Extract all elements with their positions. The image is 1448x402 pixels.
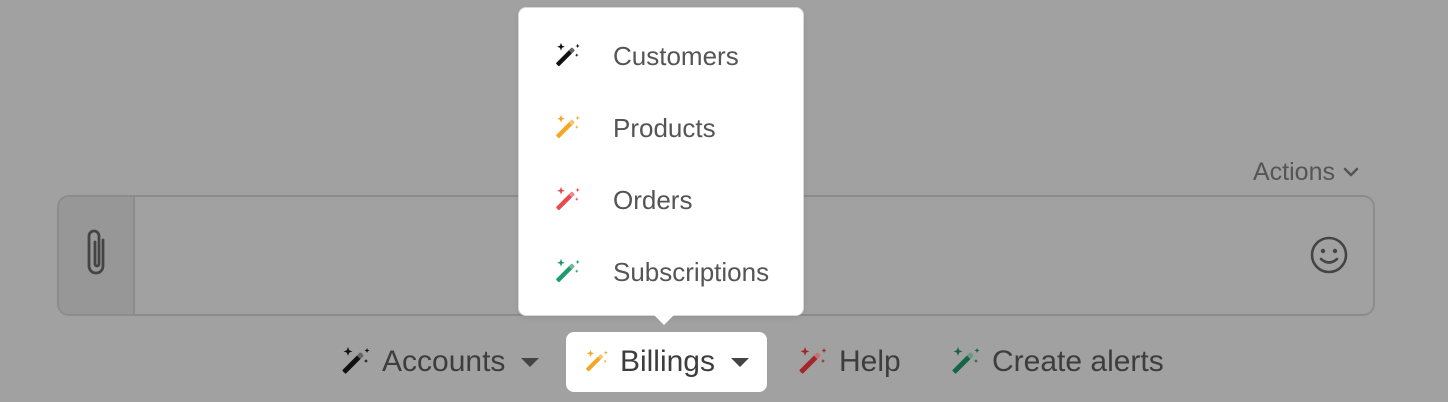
- billings-dropdown-menu: Customers Products Orders Subscriptions: [518, 7, 804, 316]
- toolbar-billings-label: Billings: [619, 345, 715, 378]
- magic-wand-icon: [340, 346, 372, 378]
- chevron-down-icon: [1343, 166, 1359, 178]
- magic-wand-icon: [950, 346, 982, 378]
- smiley-icon: [1310, 236, 1348, 279]
- dropdown-pointer: [652, 313, 676, 325]
- toolbar-create-alerts-label: Create alerts: [992, 345, 1164, 378]
- magic-wand-icon: [554, 258, 582, 286]
- toolbar-help-label: Help: [839, 345, 901, 378]
- paperclip-icon: [81, 226, 111, 285]
- toolbar-billings-button[interactable]: Billings: [566, 332, 767, 392]
- menu-item-products[interactable]: Products: [519, 98, 803, 158]
- magic-wand-icon: [584, 346, 610, 378]
- toolbar-accounts-button[interactable]: Accounts: [340, 332, 540, 392]
- menu-item-orders[interactable]: Orders: [519, 170, 803, 230]
- toolbar-help-button[interactable]: Help: [797, 332, 901, 392]
- magic-wand-icon: [554, 42, 582, 70]
- caret-down-icon: [731, 357, 749, 367]
- caret-down-icon: [521, 357, 540, 367]
- magic-wand-icon: [554, 114, 582, 142]
- emoji-button[interactable]: [1307, 236, 1351, 279]
- actions-label: Actions: [1253, 157, 1335, 186]
- attach-button[interactable]: [59, 197, 135, 314]
- toolbar-accounts-label: Accounts: [382, 345, 506, 378]
- menu-item-label: Orders: [613, 185, 693, 215]
- magic-wand-icon: [554, 186, 582, 214]
- toolbar-create-alerts-button[interactable]: Create alerts: [950, 332, 1164, 392]
- menu-item-label: Customers: [613, 41, 739, 71]
- menu-item-subscriptions[interactable]: Subscriptions: [519, 242, 803, 302]
- menu-item-customers[interactable]: Customers: [519, 26, 803, 86]
- magic-wand-icon: [797, 346, 829, 378]
- menu-item-label: Subscriptions: [613, 257, 770, 287]
- menu-item-label: Products: [613, 113, 716, 143]
- actions-menu-button[interactable]: Actions: [1253, 156, 1359, 188]
